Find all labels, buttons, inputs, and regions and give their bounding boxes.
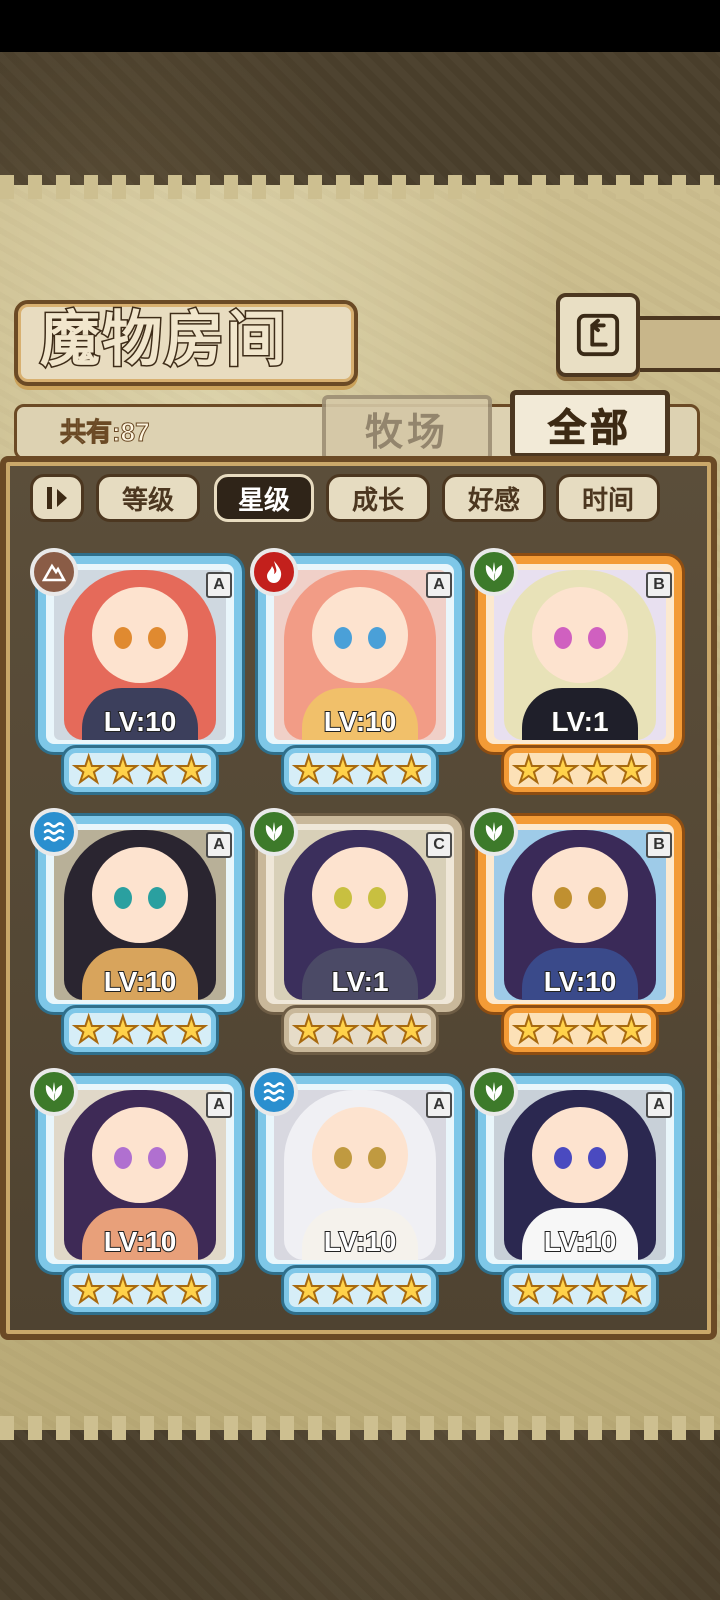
leaf-element-icon — [470, 1068, 518, 1116]
star-rating: ★ ★ ★ ★ — [504, 1008, 656, 1052]
star-icon: ★ — [326, 749, 360, 790]
monster-level: LV:10 — [103, 705, 178, 738]
star-icon: ★ — [291, 1269, 325, 1310]
water-element-icon — [250, 1068, 298, 1116]
rank-badge: A — [646, 1092, 672, 1118]
rank-badge: A — [206, 832, 232, 858]
rank-badge: B — [646, 572, 672, 598]
tab-all[interactable]: 全部 — [510, 390, 670, 458]
monster-level: LV:1 — [550, 705, 609, 738]
star-icon: ★ — [106, 1269, 140, 1310]
status-bar — [0, 0, 720, 52]
star-rating: ★ ★ ★ ★ — [64, 1268, 216, 1312]
star-icon: ★ — [580, 749, 614, 790]
star-icon: ★ — [511, 1009, 545, 1050]
star-icon: ★ — [140, 1009, 174, 1050]
monster-card[interactable]: A LV:10 ★ ★ ★ ★ — [30, 1068, 242, 1312]
back-arrow-icon — [576, 313, 620, 357]
water-element-icon — [30, 808, 78, 856]
rank-badge: A — [206, 1092, 232, 1118]
monster-card[interactable]: A LV:10 ★ ★ ★ ★ — [30, 808, 242, 1052]
monster-card[interactable]: A LV:10 ★ ★ ★ ★ — [470, 1068, 682, 1312]
sort-toggle-icon — [47, 487, 67, 509]
star-rating: ★ ★ ★ ★ — [284, 748, 436, 792]
fire-element-icon — [250, 548, 298, 596]
star-icon: ★ — [140, 1269, 174, 1310]
leaf-element-icon — [470, 808, 518, 856]
monster-card[interactable]: B LV:10 ★ ★ ★ ★ — [470, 808, 682, 1052]
star-icon: ★ — [360, 1269, 394, 1310]
star-rating: ★ ★ ★ ★ — [284, 1268, 436, 1312]
rank-badge: A — [426, 572, 452, 598]
leaf-element-icon — [30, 1068, 78, 1116]
monster-level: LV:10 — [323, 1225, 398, 1258]
monster-level: LV:10 — [323, 705, 398, 738]
star-icon: ★ — [174, 749, 208, 790]
star-icon: ★ — [291, 1009, 325, 1050]
star-rating: ★ ★ ★ ★ — [64, 748, 216, 792]
sort-star-button[interactable]: 星级 — [214, 474, 314, 522]
star-rating: ★ ★ ★ ★ — [504, 1268, 656, 1312]
star-icon: ★ — [614, 749, 648, 790]
star-icon: ★ — [326, 1009, 360, 1050]
star-icon: ★ — [71, 749, 105, 790]
star-icon: ★ — [614, 1009, 648, 1050]
sort-affection-button[interactable]: 好感 — [442, 474, 546, 522]
sort-time-button[interactable]: 时间 — [556, 474, 660, 522]
leaf-element-icon — [470, 548, 518, 596]
back-button-tab — [632, 316, 720, 372]
monster-card[interactable]: B LV:1 ★ ★ ★ ★ — [470, 548, 682, 792]
star-icon: ★ — [106, 749, 140, 790]
star-icon: ★ — [580, 1009, 614, 1050]
star-icon: ★ — [106, 1009, 140, 1050]
star-icon: ★ — [174, 1009, 208, 1050]
star-icon: ★ — [511, 749, 545, 790]
star-icon: ★ — [546, 749, 580, 790]
star-icon: ★ — [71, 1009, 105, 1050]
star-icon: ★ — [394, 1009, 428, 1050]
monster-level: LV:10 — [103, 965, 178, 998]
star-rating: ★ ★ ★ ★ — [504, 748, 656, 792]
star-icon: ★ — [394, 749, 428, 790]
star-icon: ★ — [140, 749, 174, 790]
page-title: 魔物房间 — [39, 304, 288, 377]
monster-level: LV:10 — [543, 965, 618, 998]
monster-level: LV:1 — [330, 965, 389, 998]
tab-ranch[interactable]: 牧场 — [322, 395, 492, 461]
star-icon: ★ — [326, 1269, 360, 1310]
star-rating: ★ ★ ★ ★ — [284, 1008, 436, 1052]
sort-level-button[interactable]: 等级 — [96, 474, 200, 522]
rank-badge: C — [426, 832, 452, 858]
back-button[interactable] — [556, 293, 640, 377]
star-icon: ★ — [614, 1269, 648, 1310]
star-icon: ★ — [360, 1009, 394, 1050]
monster-level: LV:10 — [543, 1225, 618, 1258]
leaf-element-icon — [250, 808, 298, 856]
star-icon: ★ — [174, 1269, 208, 1310]
monster-card[interactable]: A LV:10 ★ ★ ★ ★ — [30, 548, 242, 792]
monster-card[interactable]: A LV:10 ★ ★ ★ ★ — [250, 548, 462, 792]
monster-level: LV:10 — [103, 1225, 178, 1258]
rank-badge: B — [646, 832, 672, 858]
star-rating: ★ ★ ★ ★ — [64, 1008, 216, 1052]
monster-card[interactable]: C LV:1 ★ ★ ★ ★ — [250, 808, 462, 1052]
monster-card[interactable]: A LV:10 ★ ★ ★ ★ — [250, 1068, 462, 1312]
monster-count: 共有:87 — [60, 417, 151, 448]
star-icon: ★ — [580, 1269, 614, 1310]
star-icon: ★ — [511, 1269, 545, 1310]
star-icon: ★ — [291, 749, 325, 790]
rank-badge: A — [206, 572, 232, 598]
star-icon: ★ — [546, 1009, 580, 1050]
earth-element-icon — [30, 548, 78, 596]
star-icon: ★ — [394, 1269, 428, 1310]
star-icon: ★ — [360, 749, 394, 790]
star-icon: ★ — [546, 1269, 580, 1310]
star-icon: ★ — [71, 1269, 105, 1310]
sort-toggle-button[interactable] — [30, 474, 84, 522]
sort-growth-button[interactable]: 成长 — [326, 474, 430, 522]
rank-badge: A — [426, 1092, 452, 1118]
